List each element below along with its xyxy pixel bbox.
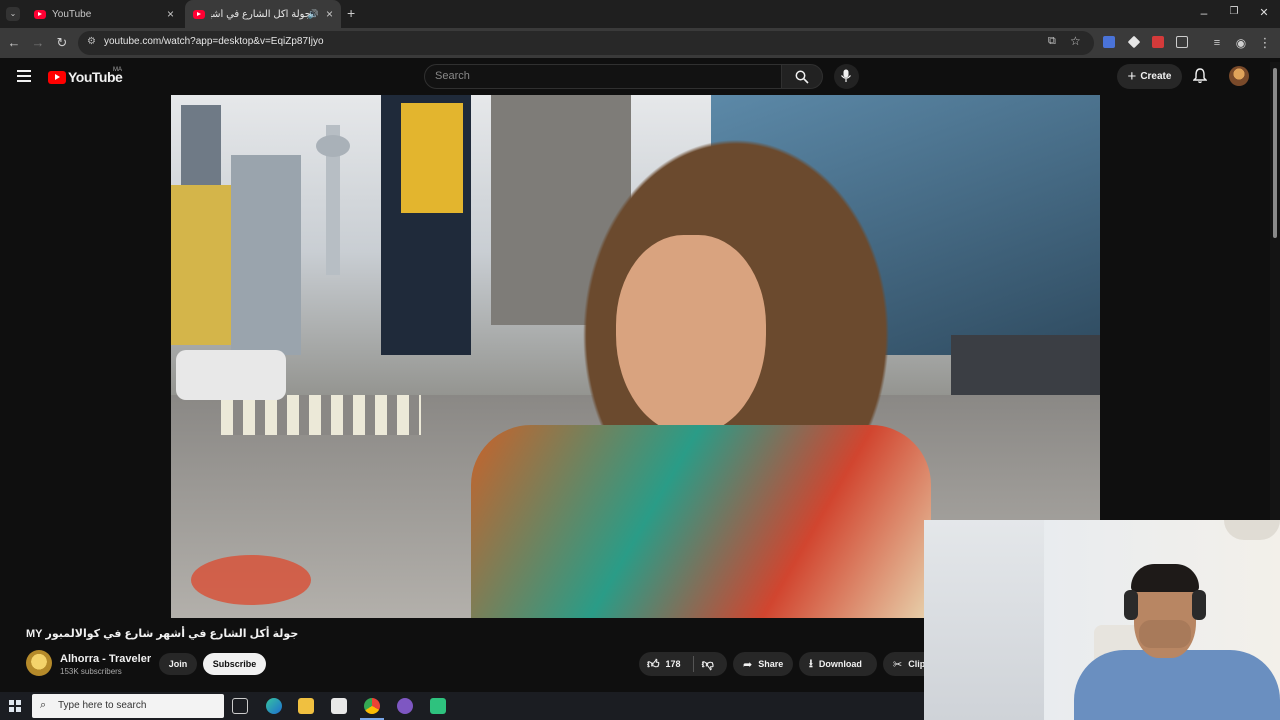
maximize-button[interactable]: ❐ (1226, 6, 1242, 17)
share-button[interactable]: ➦ Share (733, 652, 793, 676)
notifications-bell-icon[interactable] (1192, 68, 1208, 89)
channel-name[interactable]: Alhorra - Traveler (60, 653, 151, 665)
youtube-logo[interactable]: YouTube (48, 69, 123, 85)
install-app-icon[interactable]: ⧉ (1048, 35, 1056, 48)
download-button[interactable]: ⭳ Download (799, 652, 877, 676)
chrome-menu-icon[interactable]: ⋮ (1257, 35, 1273, 51)
microphone-icon (841, 69, 851, 82)
like-button[interactable]: 👍︎ 178 (647, 657, 681, 672)
youtube-favicon-icon (34, 9, 46, 19)
taskbar-search-box[interactable]: ⌕ Type here to search (32, 694, 224, 718)
browser-tab-strip: ⌄ YouTube × جولة أكل الشارع في أشهر شا 🔊… (0, 0, 1280, 28)
tab-title: YouTube (52, 8, 92, 20)
search-icon: ⌕ (40, 699, 47, 711)
tab-close-icon[interactable]: × (167, 7, 174, 21)
thumbs-up-icon: 👍︎ (647, 656, 660, 671)
translate-extension-icon[interactable] (1103, 36, 1115, 48)
channel-avatar[interactable] (26, 650, 52, 676)
youtube-header: YouTube MA + Create (0, 58, 1280, 95)
chrome-taskbar-icon[interactable] (364, 698, 380, 714)
close-window-button[interactable]: ✕ (1256, 6, 1272, 19)
clip-label: Clip (908, 659, 924, 669)
edge-browser-icon[interactable] (266, 698, 282, 714)
subscriber-count: 153K subscribers (60, 667, 122, 676)
voice-search-button[interactable] (834, 64, 859, 89)
pdf-extension-icon[interactable] (1152, 36, 1164, 48)
webcam-overlay (924, 520, 1280, 720)
video-title: جولة أكل الشارع في أشهر شارع في كوالالمب… (26, 628, 299, 640)
bookmark-star-icon[interactable]: ☆ (1070, 34, 1081, 48)
like-dislike-group: 👍︎ 178 👎︎ (639, 652, 727, 676)
scrollbar-thumb[interactable] (1273, 68, 1277, 238)
thumbs-down-icon: 👎︎ (701, 656, 714, 671)
new-tab-button[interactable]: + (347, 5, 355, 21)
reload-icon[interactable]: ↻ (54, 35, 70, 51)
youtube-play-icon (48, 70, 66, 84)
address-bar[interactable]: ⚙ youtube.com/watch?app=desktop&v=EqiZp8… (78, 31, 1094, 55)
subscribe-button[interactable]: Subscribe (203, 653, 266, 675)
tab-close-icon[interactable]: × (326, 7, 333, 21)
media-control-icon[interactable]: ≡ (1209, 35, 1225, 51)
page-scrollbar[interactable] (1270, 62, 1280, 520)
windows-start-icon[interactable] (9, 700, 21, 712)
taskbar-search-placeholder: Type here to search (58, 700, 147, 711)
task-view-icon[interactable] (232, 698, 248, 714)
hamburger-menu-icon[interactable] (17, 70, 31, 85)
tab-title: جولة أكل الشارع في أشهر شا (211, 8, 311, 20)
url-text: youtube.com/watch?app=desktop&v=EqiZp87I… (104, 36, 324, 47)
share-icon: ➦ (743, 658, 753, 671)
account-avatar[interactable] (1229, 66, 1249, 86)
audio-playing-icon[interactable]: 🔊 (308, 9, 319, 20)
back-icon[interactable]: ← (6, 35, 22, 51)
android-app-icon[interactable] (430, 698, 446, 714)
like-count: 178 (665, 659, 681, 669)
region-code: MA (113, 67, 122, 73)
dislike-button[interactable]: 👎︎ (702, 657, 714, 672)
create-button[interactable]: + Create (1117, 64, 1182, 89)
share-label: Share (758, 659, 784, 669)
download-icon: ⭳ (809, 657, 813, 670)
scissors-icon: ✂ (893, 658, 903, 671)
plus-icon: + (1127, 68, 1137, 85)
search-icon (795, 70, 809, 84)
windows-taskbar: ⌕ Type here to search (0, 692, 924, 720)
search-button[interactable] (781, 64, 823, 89)
browser-toolbar: ← → ↻ ⚙ youtube.com/watch?app=desktop&v=… (0, 28, 1280, 58)
download-label: Download (818, 659, 862, 669)
youtube-favicon-icon (193, 9, 205, 19)
search-input[interactable] (435, 70, 755, 82)
extensions-puzzle-icon[interactable] (1176, 36, 1188, 48)
recorder-app-icon[interactable] (397, 698, 413, 714)
clip-button[interactable]: ✂ Clip (883, 652, 924, 676)
tab-youtube[interactable]: YouTube × (26, 0, 182, 28)
create-label: Create (1140, 71, 1172, 82)
profile-icon[interactable]: ◉ (1233, 35, 1249, 51)
site-info-icon[interactable]: ⚙ (87, 36, 96, 47)
join-button[interactable]: Join (159, 653, 197, 675)
forward-icon[interactable]: → (30, 35, 46, 51)
search-box[interactable] (424, 64, 782, 89)
tab-video[interactable]: جولة أكل الشارع في أشهر شا 🔊 × (185, 0, 341, 28)
extension-diamond-icon[interactable] (1127, 35, 1141, 49)
microsoft-store-icon[interactable] (331, 698, 347, 714)
minimize-button[interactable]: – (1196, 6, 1212, 20)
file-explorer-icon[interactable] (298, 698, 314, 714)
tab-search-button[interactable]: ⌄ (6, 7, 20, 21)
